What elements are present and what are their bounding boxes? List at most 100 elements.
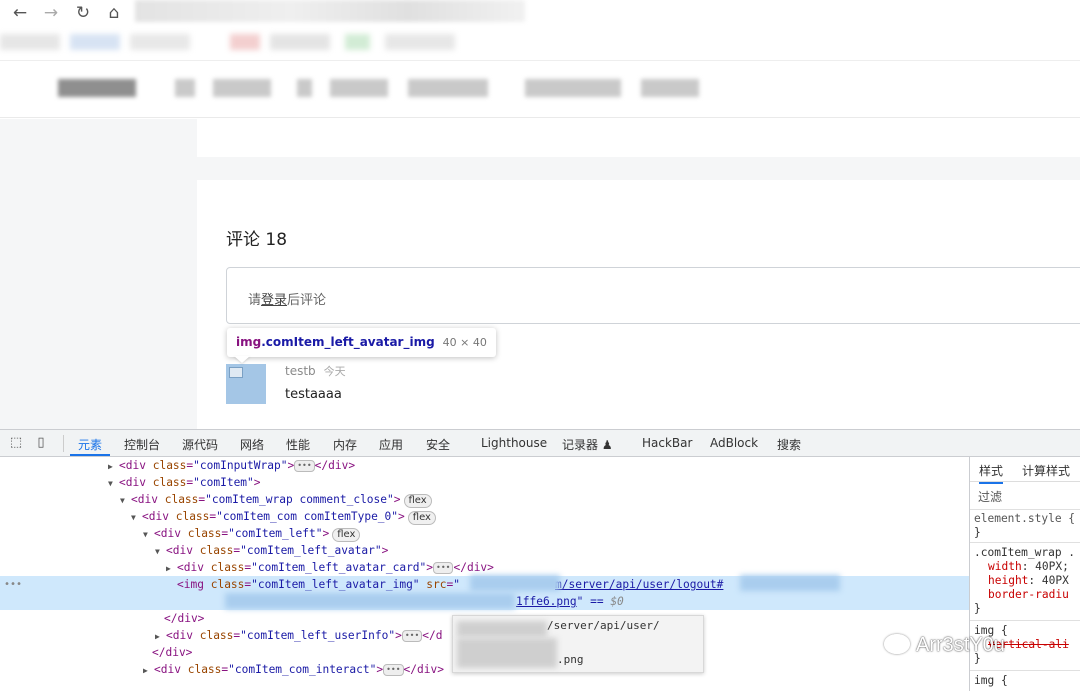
tab-styles[interactable]: 样式	[979, 462, 1004, 484]
divider	[970, 620, 1080, 621]
dom-node[interactable]: ▼ <div class="comItem">	[0, 474, 969, 491]
collapsed-ellipsis[interactable]: •••	[401, 630, 423, 642]
bookmark-item[interactable]	[130, 34, 190, 50]
tab-hackbar[interactable]: HackBar	[642, 436, 692, 450]
redacted-area	[457, 638, 557, 668]
bookmark-item[interactable]	[0, 34, 60, 50]
flex-badge[interactable]: flex	[403, 494, 432, 508]
reload-icon[interactable]: ↻	[72, 2, 94, 24]
tab-security[interactable]: 安全	[426, 436, 450, 453]
flex-badge[interactable]: flex	[332, 528, 361, 542]
collapsed-ellipsis[interactable]: •••	[383, 664, 404, 676]
css-rule[interactable]: .comItem_wrap . width: 40PX; height: 40P…	[974, 546, 1080, 616]
dom-node[interactable]: ▼ <div class="comItem_left"> flex	[0, 525, 969, 542]
collapse-triangle-icon[interactable]: ▼	[108, 475, 119, 492]
tab-network[interactable]: 网络	[240, 436, 264, 453]
login-link[interactable]: 登录	[261, 293, 287, 308]
dom-node[interactable]: ▼ <div class="comItem_left_avatar">	[0, 542, 969, 559]
dom-node[interactable]: ▼ <div class="comItem_wrap comment_close"…	[0, 491, 969, 508]
tab-lighthouse[interactable]: Lighthouse	[481, 436, 547, 450]
collapsed-ellipsis[interactable]: •••	[294, 460, 315, 472]
avatar[interactable]	[226, 364, 266, 404]
tab-computed[interactable]: 计算样式	[1022, 462, 1070, 479]
bookmark-item[interactable]	[345, 34, 370, 50]
nav-item[interactable]	[297, 79, 312, 97]
expand-triangle-icon[interactable]: ▶	[155, 628, 166, 645]
collapse-triangle-icon[interactable]: ▼	[143, 526, 154, 543]
tab-memory[interactable]: 内存	[333, 436, 357, 453]
divider	[970, 542, 1080, 543]
dom-node[interactable]: ▶ <div class="comInputWrap"> ••• </div>	[0, 457, 969, 474]
tab-sources[interactable]: 源代码	[182, 436, 218, 453]
nav-item[interactable]	[330, 79, 388, 97]
article-card-bottom	[197, 119, 1080, 157]
styles-filter-input[interactable]: 过滤	[978, 488, 1002, 505]
bookmark-item[interactable]	[270, 34, 330, 50]
element-inspect-tooltip: img.comItem_left_avatar_img 40 × 40	[227, 328, 496, 357]
comment-time: 今天	[323, 365, 346, 378]
tab-elements[interactable]: 元素	[78, 436, 102, 453]
site-header	[0, 60, 1080, 118]
divider	[970, 670, 1080, 671]
tab-console[interactable]: 控制台	[124, 436, 160, 453]
nav-item[interactable]	[175, 79, 195, 97]
comments-count-title: 评论 18	[226, 230, 288, 250]
tooltip-arrow	[234, 356, 250, 363]
bookmark-item[interactable]	[230, 34, 260, 50]
redacted-area	[225, 593, 515, 609]
expand-triangle-icon[interactable]: ▶	[108, 458, 119, 475]
forward-icon[interactable]: →	[40, 2, 62, 24]
elements-tree: ▶ <div class="comInputWrap"> ••• </div> ▼ <d…	[0, 457, 969, 691]
collapsed-ellipsis[interactable]: •••	[433, 562, 454, 574]
bookmark-item[interactable]	[385, 34, 455, 50]
collapse-triangle-icon[interactable]: ▼	[131, 509, 142, 526]
inspect-element-icon[interactable]: ⬚	[8, 435, 24, 451]
nav-item[interactable]	[641, 79, 699, 97]
node-actions-icon[interactable]: •••	[4, 576, 22, 593]
nav-item[interactable]	[525, 79, 621, 97]
flex-badge[interactable]: flex	[407, 511, 436, 525]
tab-adblock[interactable]: AdBlock	[710, 436, 758, 450]
element-style-rule[interactable]: element.style { }	[974, 512, 1080, 540]
tab-performance[interactable]: 性能	[286, 436, 310, 453]
tooltip-tag: img	[236, 335, 262, 349]
collapse-triangle-icon[interactable]: ▼	[155, 543, 166, 560]
expand-triangle-icon[interactable]: ▶	[166, 560, 177, 577]
redacted-area	[740, 575, 840, 591]
watermark: Arr3stY0u	[884, 634, 1005, 657]
broken-image-icon	[229, 367, 243, 378]
toolbar-divider	[63, 435, 64, 452]
comment-placeholder: 请登录后评论	[248, 293, 327, 308]
popup-url-text: .png	[557, 653, 584, 666]
wechat-icon	[884, 634, 910, 654]
expand-triangle-icon[interactable]: ▶	[143, 662, 154, 679]
bookmark-item[interactable]	[70, 34, 120, 50]
site-logo[interactable]	[58, 79, 136, 97]
back-icon[interactable]: ←	[9, 2, 31, 24]
comment-username[interactable]: testb	[285, 364, 316, 378]
redacted-area	[470, 575, 560, 591]
comment-input[interactable]: 请登录后评论	[226, 267, 1080, 324]
browser-toolbar: ← → ↻ ⌂	[0, 0, 1080, 60]
dom-node[interactable]: ▶ <div class="comItem_left_avatar_card"> •…	[0, 559, 969, 576]
home-icon[interactable]: ⌂	[103, 2, 125, 24]
address-bar[interactable]	[135, 0, 525, 22]
src-link-continued[interactable]: 1ffe6.png	[516, 595, 577, 608]
popup-url-text: /server/api/user/	[547, 619, 660, 632]
tab-recorder[interactable]: 记录器 ♟	[562, 436, 613, 453]
dom-node[interactable]: ▼ <div class="comItem_com comItemType_0">…	[0, 508, 969, 525]
nav-item[interactable]	[213, 79, 271, 97]
active-tab-indicator	[70, 454, 110, 456]
comment-text: testaaaa	[285, 387, 342, 402]
devtools-tabbar: ⬚ ▯ 元素 控制台 源代码 网络 性能 内存 应用 安全 Lighthouse…	[0, 430, 1080, 457]
device-toolbar-icon[interactable]: ▯	[33, 435, 49, 451]
nav-item[interactable]	[408, 79, 488, 97]
tab-search[interactable]: 搜索	[777, 436, 801, 453]
tab-application[interactable]: 应用	[379, 436, 403, 453]
tooltip-dimensions: 40 × 40	[442, 336, 487, 349]
src-link[interactable]: m/server/api/user/logout#	[555, 578, 723, 591]
css-rule[interactable]: img {	[974, 674, 1080, 688]
url-hover-popup: /server/api/user/ .png	[452, 615, 704, 673]
console-ref: $0	[610, 595, 624, 608]
collapse-triangle-icon[interactable]: ▼	[120, 492, 131, 509]
